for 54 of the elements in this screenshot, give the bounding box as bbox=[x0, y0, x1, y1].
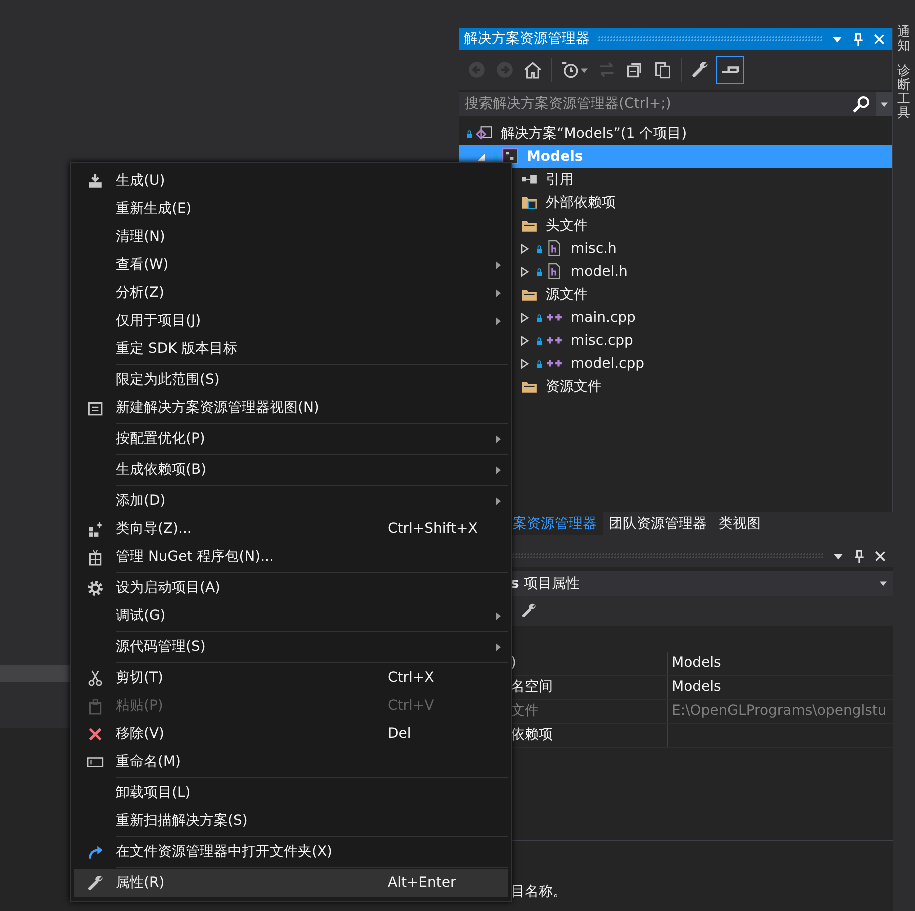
gift-icon bbox=[86, 548, 104, 566]
window-icon bbox=[86, 400, 104, 416]
preview-button[interactable] bbox=[716, 56, 744, 84]
dropdown-caret-icon[interactable] bbox=[880, 100, 888, 108]
side-tab[interactable]: 诊断工具 bbox=[898, 64, 910, 122]
caret-icon bbox=[581, 66, 588, 74]
settings-icon bbox=[86, 580, 104, 596]
expand-arrow-icon[interactable] bbox=[520, 358, 530, 368]
panel-tab[interactable]: 类视图 bbox=[713, 512, 767, 535]
menu-item[interactable]: 调试(G) bbox=[74, 602, 508, 630]
menu-item[interactable]: 卸载项目(L) bbox=[74, 779, 508, 807]
collapse-icon bbox=[626, 61, 644, 79]
collapse-arrow-icon[interactable] bbox=[476, 152, 486, 162]
solution-icon bbox=[476, 125, 493, 142]
dropdown-caret-icon[interactable] bbox=[880, 580, 887, 587]
wrench-icon bbox=[86, 874, 104, 892]
expand-arrow-icon[interactable] bbox=[520, 336, 530, 346]
menu-item[interactable]: 在文件资源管理器中打开文件夹(X) bbox=[74, 838, 508, 866]
sync-arrows-icon bbox=[598, 61, 616, 79]
copy-icon bbox=[654, 61, 672, 79]
redo-arrow-icon bbox=[86, 844, 104, 860]
search-field[interactable]: 搜索解决方案资源管理器(Ctrl+;) bbox=[459, 92, 847, 116]
folder-icon bbox=[521, 194, 538, 211]
property-value[interactable]: Models bbox=[668, 652, 893, 675]
menu-item[interactable]: 添加(D) bbox=[74, 487, 508, 515]
wrench-icon[interactable] bbox=[521, 603, 537, 619]
expand-arrow-icon[interactable] bbox=[520, 244, 530, 254]
menu-item[interactable]: 重新扫描解决方案(S) bbox=[74, 807, 508, 835]
menu-item[interactable]: 按配置优化(P) bbox=[74, 425, 508, 453]
home-icon bbox=[524, 61, 542, 79]
panel-title: 解决方案资源管理器 bbox=[464, 30, 590, 48]
pin-icon[interactable] bbox=[853, 550, 866, 562]
search-icon[interactable] bbox=[853, 96, 870, 112]
delete-icon bbox=[86, 726, 104, 742]
property-description: 目名称。 bbox=[511, 883, 567, 901]
tree-item[interactable]: 解决方案“Models”(1 个项目) bbox=[459, 122, 892, 145]
clock-icon bbox=[561, 61, 579, 79]
panel-tab[interactable]: 团队资源管理器 bbox=[603, 512, 713, 535]
cut-icon bbox=[86, 670, 104, 686]
header-file-icon bbox=[546, 263, 563, 280]
menu-item[interactable]: 重命名(M) bbox=[74, 748, 508, 776]
build-icon bbox=[86, 172, 104, 190]
menu-item[interactable]: 生成依赖项(B) bbox=[74, 456, 508, 484]
menu-item[interactable]: 管理 NuGet 程序包(N)... bbox=[74, 543, 508, 571]
menu-item[interactable]: 属性(R) Alt+Enter bbox=[74, 869, 508, 897]
property-value[interactable]: Models bbox=[668, 676, 893, 699]
paste-icon bbox=[86, 698, 104, 714]
header-file-icon bbox=[546, 240, 563, 257]
side-tab[interactable]: 通知 bbox=[898, 26, 910, 55]
wrench-icon bbox=[691, 61, 709, 79]
close-icon[interactable] bbox=[874, 550, 887, 562]
grid-sparkle-icon bbox=[86, 520, 104, 538]
expand-arrow-icon[interactable] bbox=[520, 312, 530, 322]
expand-arrow-icon[interactable] bbox=[520, 266, 530, 276]
